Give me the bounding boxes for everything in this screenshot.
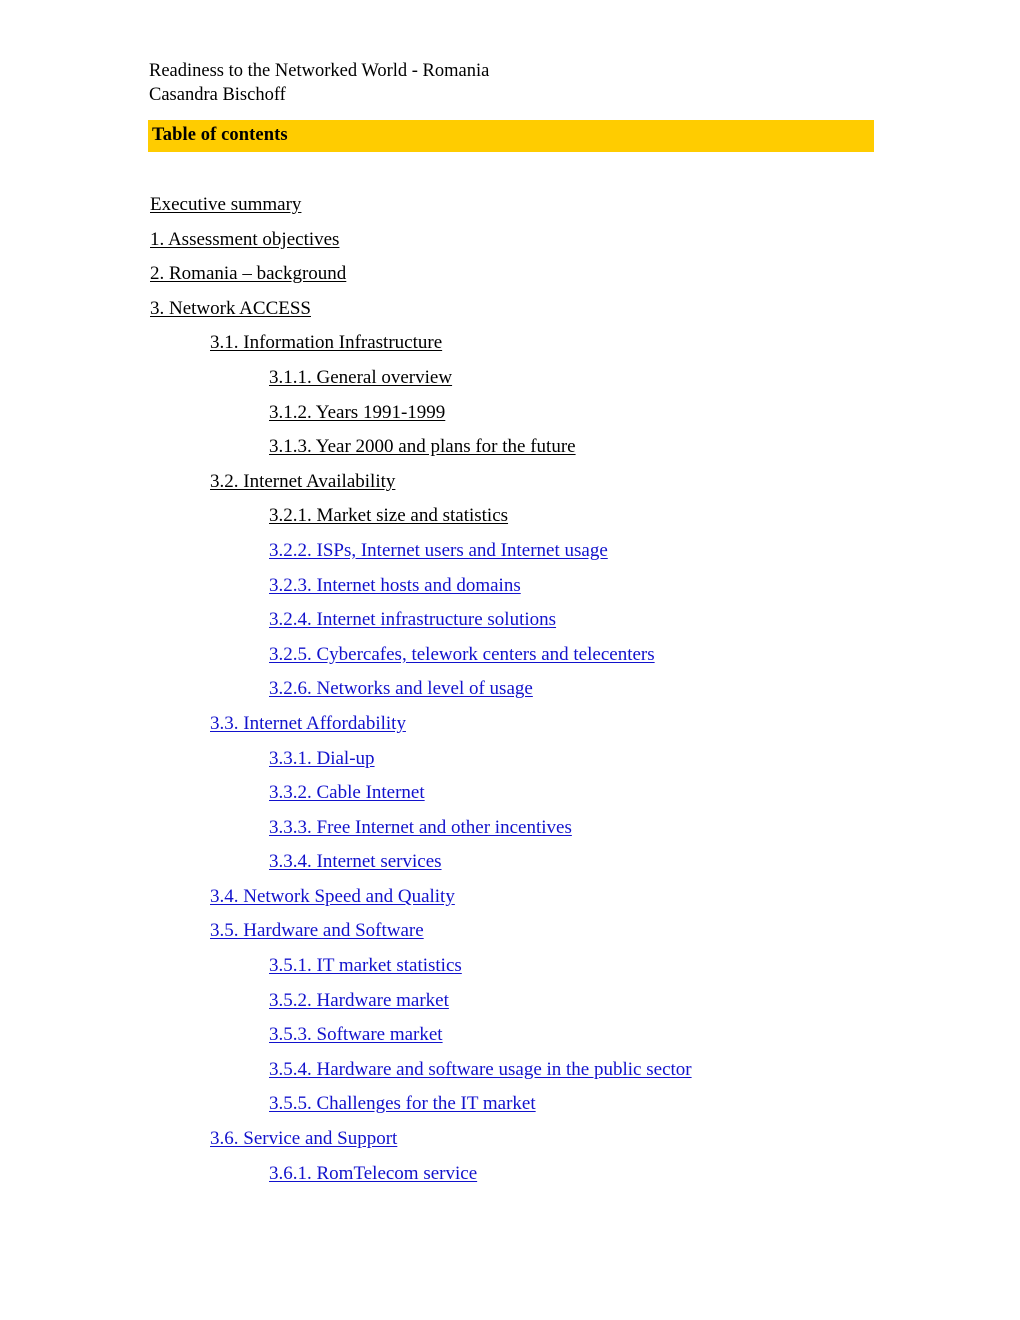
toc-entry: 3.5.3. Software market bbox=[0, 1018, 1020, 1053]
table-of-contents-banner: Table of contents bbox=[148, 120, 874, 152]
toc-entry: 3.2.5. Cybercafes, telework centers and … bbox=[0, 638, 1020, 673]
toc-entry: Executive summary bbox=[0, 188, 1020, 223]
toc-link[interactable]: 1. Assessment objectives bbox=[150, 229, 339, 250]
toc-entry: 3. Network ACCESS bbox=[0, 292, 1020, 327]
toc-link[interactable]: 3.3.3. Free Internet and other incentive… bbox=[269, 817, 572, 838]
toc-entry: 3.2.3. Internet hosts and domains bbox=[0, 569, 1020, 604]
toc-link[interactable]: 3.3. Internet Affordability bbox=[210, 713, 406, 734]
toc-link[interactable]: 3.1.3. Year 2000 and plans for the futur… bbox=[269, 436, 576, 457]
document-author: Casandra Bischoff bbox=[149, 85, 286, 105]
document-header: Readiness to the Networked World - Roman… bbox=[149, 59, 889, 107]
document-title: Readiness to the Networked World - Roman… bbox=[149, 61, 490, 81]
toc-link[interactable]: 3.5. Hardware and Software bbox=[210, 920, 424, 941]
toc-link[interactable]: 3.5.4. Hardware and software usage in th… bbox=[269, 1059, 692, 1080]
toc-entry: 3.2.6. Networks and level of usage bbox=[0, 672, 1020, 707]
toc-link[interactable]: Executive summary bbox=[150, 194, 301, 215]
toc-link[interactable]: 3.2.6. Networks and level of usage bbox=[269, 678, 533, 699]
toc-link[interactable]: 3.2.3. Internet hosts and domains bbox=[269, 575, 521, 596]
toc-link[interactable]: 3.2.2. ISPs, Internet users and Internet… bbox=[269, 540, 608, 561]
toc-link[interactable]: 3.3.2. Cable Internet bbox=[269, 782, 425, 803]
toc-link[interactable]: 3.5.3. Software market bbox=[269, 1024, 443, 1045]
toc-entry: 3.1.3. Year 2000 and plans for the futur… bbox=[0, 430, 1020, 465]
toc-entry: 3.5.1. IT market statistics bbox=[0, 949, 1020, 984]
toc-entry: 3.3. Internet Affordability bbox=[0, 707, 1020, 742]
toc-link[interactable]: 3.6. Service and Support bbox=[210, 1128, 397, 1149]
toc-link[interactable]: 3.5.5. Challenges for the IT market bbox=[269, 1093, 536, 1114]
table-of-contents-list: Executive summary 1. Assessment objective… bbox=[0, 188, 1020, 1191]
toc-entry: 3.2. Internet Availability bbox=[0, 465, 1020, 500]
toc-entry: 3.1. Information Infrastructure bbox=[0, 326, 1020, 361]
toc-entry: 3.2.2. ISPs, Internet users and Internet… bbox=[0, 534, 1020, 569]
toc-link[interactable]: 3.3.4. Internet services bbox=[269, 851, 442, 872]
toc-link[interactable]: 3.4. Network Speed and Quality bbox=[210, 886, 455, 907]
toc-entry: 3.6.1. RomTelecom service bbox=[0, 1157, 1020, 1192]
toc-link[interactable]: 3.3.1. Dial-up bbox=[269, 748, 375, 769]
toc-link[interactable]: 3.2. Internet Availability bbox=[210, 471, 395, 492]
toc-entry: 3.4. Network Speed and Quality bbox=[0, 880, 1020, 915]
toc-entry: 3.6. Service and Support bbox=[0, 1122, 1020, 1157]
toc-entry: 2. Romania – background bbox=[0, 257, 1020, 292]
toc-link[interactable]: 3.2.1. Market size and statistics bbox=[269, 505, 508, 526]
toc-entry: 3.3.4. Internet services bbox=[0, 845, 1020, 880]
toc-entry: 3.1.1. General overview bbox=[0, 361, 1020, 396]
toc-link[interactable]: 3.1.1. General overview bbox=[269, 367, 452, 388]
toc-entry: 3.5.4. Hardware and software usage in th… bbox=[0, 1053, 1020, 1088]
toc-link[interactable]: 2. Romania – background bbox=[150, 263, 346, 284]
toc-entry: 3.5.5. Challenges for the IT market bbox=[0, 1087, 1020, 1122]
table-of-contents-heading: Table of contents bbox=[152, 125, 288, 145]
toc-entry: 3.5.2. Hardware market bbox=[0, 984, 1020, 1019]
toc-entry: 3.5. Hardware and Software bbox=[0, 914, 1020, 949]
toc-entry: 3.2.4. Internet infrastructure solutions bbox=[0, 603, 1020, 638]
toc-entry: 3.2.1. Market size and statistics bbox=[0, 499, 1020, 534]
toc-link[interactable]: 3.1.2. Years 1991-1999 bbox=[269, 402, 445, 423]
toc-link[interactable]: 3.2.5. Cybercafes, telework centers and … bbox=[269, 644, 655, 665]
toc-link[interactable]: 3.5.2. Hardware market bbox=[269, 990, 449, 1011]
toc-link[interactable]: 3.2.4. Internet infrastructure solutions bbox=[269, 609, 556, 630]
toc-entry: 3.1.2. Years 1991-1999 bbox=[0, 396, 1020, 431]
toc-entry: 1. Assessment objectives bbox=[0, 223, 1020, 258]
toc-link[interactable]: 3.5.1. IT market statistics bbox=[269, 955, 462, 976]
toc-entry: 3.3.1. Dial-up bbox=[0, 742, 1020, 777]
document-page: Readiness to the Networked World - Roman… bbox=[0, 0, 1020, 1320]
toc-link[interactable]: 3.1. Information Infrastructure bbox=[210, 332, 442, 353]
toc-link[interactable]: 3. Network ACCESS bbox=[150, 298, 311, 319]
toc-entry: 3.3.3. Free Internet and other incentive… bbox=[0, 811, 1020, 846]
toc-link[interactable]: 3.6.1. RomTelecom service bbox=[269, 1163, 477, 1184]
toc-entry: 3.3.2. Cable Internet bbox=[0, 776, 1020, 811]
